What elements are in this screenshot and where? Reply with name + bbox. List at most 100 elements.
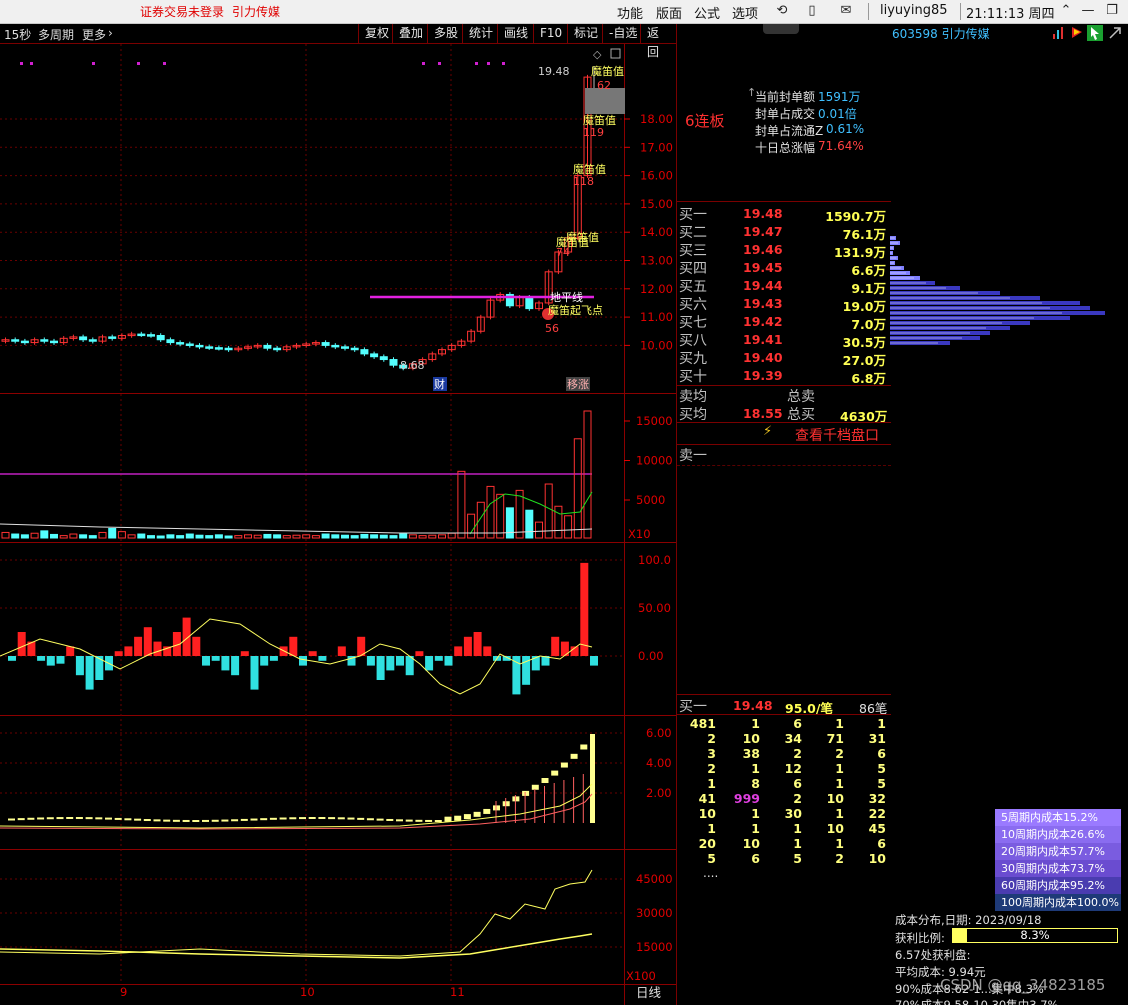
candle-body	[331, 344, 340, 348]
indicator2-tick	[580, 744, 588, 750]
indicator1-bar	[46, 656, 55, 666]
sync-icon[interactable]: ⟲	[772, 2, 792, 20]
candle-body	[370, 353, 379, 358]
menu-function[interactable]: 功能	[617, 3, 643, 22]
volume-bar	[147, 535, 155, 539]
toolbar-back[interactable]: 返回	[640, 24, 676, 59]
indicator2-tick	[541, 778, 549, 784]
cost-period-row[interactable]: 10周期内成本26.6%	[995, 826, 1121, 843]
volume-bar	[137, 533, 146, 539]
board-streak: 6连板	[685, 112, 725, 130]
indicator2-tick	[425, 819, 433, 822]
queue-cell: 71	[826, 731, 844, 746]
queue-cell: 10	[742, 731, 760, 746]
queue-cell: 1	[707, 821, 716, 836]
indicator1-bar	[221, 656, 230, 671]
price-axis-label: 18.00	[640, 112, 673, 126]
queue-cell: 1	[793, 821, 802, 836]
menu-formula[interactable]: 公式	[694, 3, 720, 22]
toolbar-f10[interactable]: F10	[533, 24, 568, 44]
menu-options[interactable]: 选项	[732, 3, 758, 22]
expand-icon[interactable]	[1108, 26, 1122, 40]
indicator1-bar	[444, 656, 453, 666]
indicator2-tick	[347, 817, 355, 820]
chart-type-icon[interactable]	[1052, 26, 1066, 40]
indicator1-bar	[250, 656, 259, 690]
indicator1-bar	[56, 656, 65, 664]
volume-bar	[166, 534, 175, 539]
queue-cell: 34	[784, 731, 802, 746]
chevron-right-icon[interactable]: ›	[108, 26, 113, 40]
marker-dot	[475, 62, 478, 65]
restore-icon[interactable]: ❐	[1102, 2, 1122, 20]
flag-icon[interactable]	[1070, 26, 1084, 40]
more-button[interactable]: 更多	[82, 26, 106, 43]
cost-period-row[interactable]: 5周期内成本15.2%	[995, 809, 1121, 826]
period-selector[interactable]: 15秒	[4, 26, 31, 43]
moutai-label-1: 魔笛值	[591, 64, 624, 78]
seal-stat-label: 封单占成交	[755, 107, 816, 121]
finance-badge-label: 财	[434, 377, 445, 391]
indicator2-tick	[318, 817, 326, 820]
queue-cell: 2	[707, 731, 716, 746]
kline-chart[interactable]: 18.00 17.00 16.00 15.00 14.00 13.00 12.00 11.00…	[0, 44, 676, 1005]
toolbar-restore-rights[interactable]: 复权	[358, 24, 395, 44]
diamond-icon[interactable]: ◇	[593, 48, 602, 61]
cost-period-row[interactable]: 100周期内成本100.0%	[995, 894, 1121, 911]
marker-dot	[92, 62, 95, 65]
cost-period-row[interactable]: 30周期内成本73.7%	[995, 860, 1121, 877]
price-axis-label: 17.00	[640, 140, 673, 154]
cost-period-row[interactable]: 20周期内成本57.7%	[995, 843, 1121, 860]
volume-bar	[418, 535, 427, 539]
total-sell-label: 总卖	[787, 389, 815, 405]
multi-period-button[interactable]: 多周期	[38, 26, 74, 43]
trade-login-warning[interactable]: 证券交易未登录	[140, 3, 224, 20]
top-menu-bar: 证券交易未登录 引力传媒 功能 版面 公式 选项 ⟲ ▯ ✉ liyuying8…	[0, 0, 1128, 24]
cost-period-row[interactable]: 60周期内成本95.2%	[995, 877, 1121, 894]
indicator2-tick	[250, 818, 258, 821]
seal-stat-label: 当前封单额	[755, 90, 816, 104]
toolbar-remove-watchlist[interactable]: -自选	[602, 24, 643, 44]
phone-icon[interactable]: ▯	[802, 2, 822, 20]
panel-toggle-icon[interactable]	[610, 48, 621, 59]
indicator2-tick	[376, 818, 384, 821]
stock-tag: 引力传媒	[232, 5, 281, 19]
volume-bar	[535, 521, 543, 539]
bid-level-label: 买五	[679, 279, 707, 295]
collapse-tab[interactable]	[763, 24, 799, 34]
candle-body	[156, 334, 165, 341]
lightning-icon: ⚡	[763, 424, 773, 439]
menu-layout[interactable]: 版面	[656, 3, 682, 22]
indicator1-bar	[66, 646, 75, 656]
queue-cell: 6	[877, 746, 886, 761]
ind2-axis-label: 4.00	[646, 756, 672, 770]
bid-volume: 1590.7万	[825, 209, 886, 224]
toolbar-mark[interactable]: 标记	[567, 24, 604, 44]
clock: 21:11:13 周四	[966, 7, 1055, 22]
indicator2-tick	[366, 818, 374, 821]
volume-bar	[69, 533, 78, 539]
toolbar-multi-stock[interactable]: 多股	[427, 24, 464, 44]
bid-level-label: 买四	[679, 261, 707, 277]
period-day-label[interactable]: 日线	[636, 985, 662, 1000]
cursor-icon[interactable]	[1087, 25, 1103, 41]
queue-more[interactable]: ....	[703, 866, 718, 880]
candle-body	[273, 347, 282, 351]
indicator1-bar	[463, 636, 472, 656]
indicator2-tick	[483, 808, 491, 814]
divider	[677, 714, 891, 715]
toolbar-draw-line[interactable]: 画线	[497, 24, 534, 44]
num-74: 74	[556, 246, 570, 259]
buy-avg-price: 18.55	[743, 406, 783, 421]
mail-icon[interactable]: ✉	[836, 2, 856, 20]
queue-price: 19.48	[733, 698, 773, 713]
marker-dot	[502, 62, 505, 65]
toolbar-stats[interactable]: 统计	[462, 24, 499, 44]
minimize-icon[interactable]: —	[1078, 2, 1098, 20]
username[interactable]: liyuying85	[880, 3, 948, 18]
indicator1-bar	[289, 636, 298, 656]
view-thousand-levels-link[interactable]: 查看千档盘口	[795, 425, 879, 445]
indicator2-tick	[357, 817, 365, 820]
toolbar-overlay[interactable]: 叠加	[392, 24, 429, 44]
chevron-up-icon[interactable]: ⌃	[1056, 2, 1076, 20]
